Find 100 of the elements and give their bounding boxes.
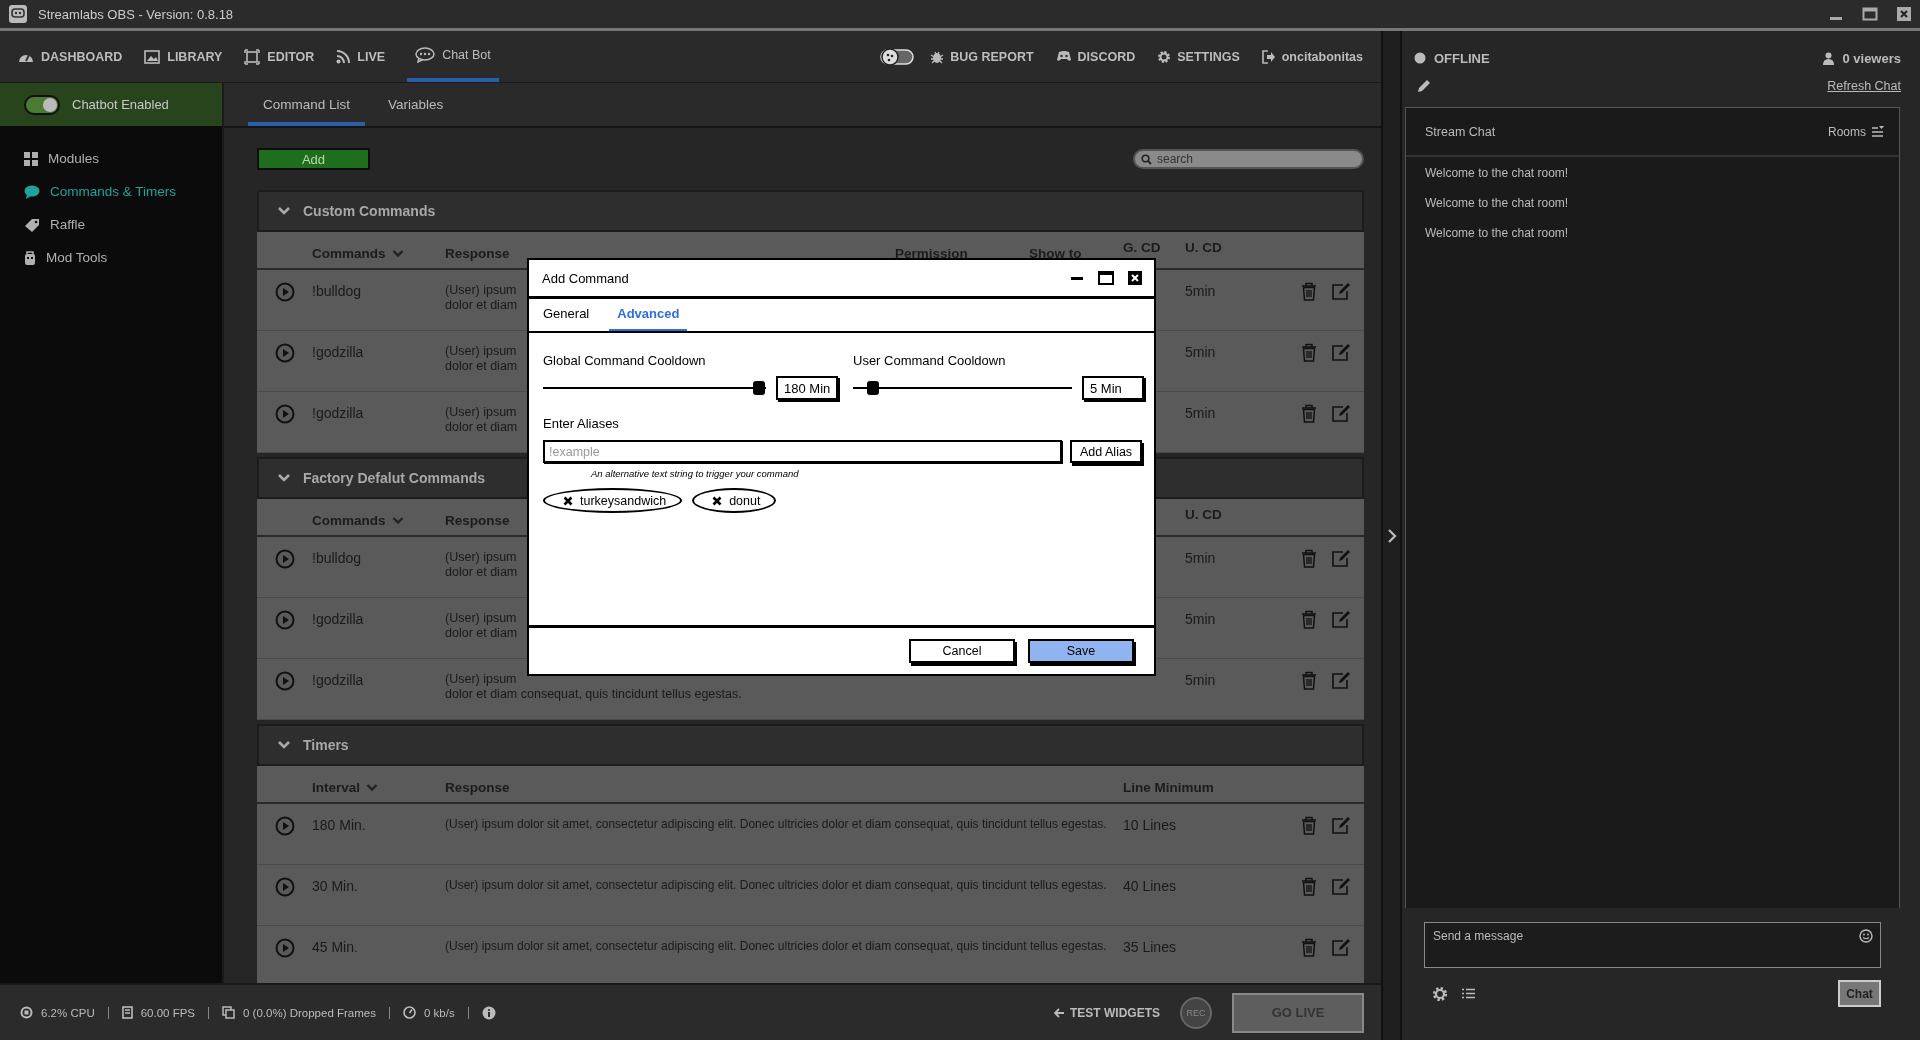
edit-icon[interactable] <box>1331 877 1352 896</box>
edit-icon[interactable] <box>1331 938 1352 957</box>
trash-icon[interactable] <box>1301 404 1317 423</box>
sidebar-item[interactable]: Modules <box>24 142 222 175</box>
section-header[interactable]: Timers <box>257 724 1364 766</box>
remove-icon[interactable] <box>563 495 573 506</box>
nav-tab[interactable]: DASHBOARD <box>18 31 123 82</box>
remove-icon[interactable] <box>712 495 723 506</box>
tab[interactable]: General <box>535 306 598 331</box>
gamepad-icon <box>1055 50 1072 63</box>
sort-chevron-icon[interactable] <box>391 248 404 258</box>
play-icon[interactable] <box>275 549 295 569</box>
play-icon[interactable] <box>275 938 295 958</box>
list-icon[interactable] <box>1462 988 1475 999</box>
sort-chevron-icon[interactable] <box>391 515 404 525</box>
response-text: (User) ipsum dolor sit amet, consectetur adipiscing elit. Donec ultricies dolor et diam consequat, quis tincidunt tellus egestas. <box>445 817 1108 832</box>
chevron-right-icon[interactable] <box>1386 528 1397 543</box>
trash-icon[interactable] <box>1301 343 1317 362</box>
value-field[interactable]: 5 Min <box>1082 376 1144 400</box>
sidebar-item[interactable]: Raffle <box>24 208 222 241</box>
nav-tab[interactable]: EDITOR <box>244 31 315 82</box>
tab[interactable]: Variables <box>373 97 459 126</box>
add-alias-button[interactable]: Add Alias <box>1070 440 1143 463</box>
sidebar-item[interactable]: Commands & Timers <box>24 175 222 208</box>
chat-button[interactable]: Chat <box>1838 980 1881 1007</box>
table-cell-text: 40 Lines <box>1123 877 1176 894</box>
close-icon[interactable] <box>1128 271 1142 285</box>
list-icon <box>1871 124 1885 139</box>
edit-icon[interactable] <box>1331 816 1352 835</box>
add-button[interactable]: Add <box>257 148 370 170</box>
alias-chip[interactable]: turkeysandwich <box>543 488 683 513</box>
sort-chevron-icon[interactable] <box>366 782 379 792</box>
info-icon[interactable] <box>481 1005 496 1020</box>
emoji-icon[interactable] <box>1859 929 1873 943</box>
edit-icon[interactable] <box>1331 404 1352 423</box>
alias-field[interactable]: !example <box>543 440 1062 463</box>
refresh-chat-link[interactable]: Refresh Chat <box>1827 79 1901 93</box>
settings-icon[interactable] <box>1432 985 1448 1002</box>
table-cell-text: 10 Lines <box>1123 816 1176 833</box>
command-name: !godzilla <box>312 671 364 688</box>
message-field[interactable]: Send a message <box>1424 922 1881 968</box>
play-icon[interactable] <box>275 343 295 363</box>
edit-icon[interactable] <box>1331 671 1352 690</box>
nav-link[interactable]: BUG REPORT <box>930 31 1034 82</box>
trash-icon[interactable] <box>1301 938 1317 957</box>
slider-thumb[interactable] <box>866 381 879 395</box>
trash-icon[interactable] <box>1301 877 1317 896</box>
field-label: Enter Aliases <box>543 416 620 431</box>
sidebar-item[interactable]: Mod Tools <box>24 241 222 274</box>
section-header[interactable]: Custom Commands <box>257 190 1364 232</box>
response-text: (User) ipsum <box>445 672 517 687</box>
alias-chip[interactable]: donut <box>692 488 777 513</box>
play-icon[interactable] <box>275 610 295 630</box>
arrow-left-icon <box>1054 1007 1065 1018</box>
play-icon[interactable] <box>275 816 295 836</box>
nav-tab[interactable]: LIBRARY <box>144 31 223 82</box>
close-icon[interactable] <box>1896 6 1912 22</box>
toggle-switch[interactable] <box>24 94 60 115</box>
dropped-frames: 0 (0.0%) Dropped Frames <box>243 1006 376 1019</box>
response-text: (User) ipsum <box>445 283 517 298</box>
play-icon[interactable] <box>275 877 295 897</box>
search-field[interactable]: search <box>1133 149 1364 169</box>
maximize-icon[interactable] <box>1862 6 1878 22</box>
trash-icon[interactable] <box>1301 816 1317 835</box>
speedometer-icon <box>403 1006 416 1019</box>
column-header: Response <box>445 779 510 795</box>
toggle-icon[interactable] <box>880 47 915 66</box>
save-button[interactable]: Save <box>1028 639 1134 663</box>
edit-icon[interactable] <box>1331 343 1352 362</box>
tab[interactable]: Command List <box>248 97 366 126</box>
trash-icon[interactable] <box>1301 549 1317 568</box>
edit-icon[interactable] <box>1331 282 1352 301</box>
tab[interactable]: Advanced <box>609 306 688 331</box>
trash-icon[interactable] <box>1301 610 1317 629</box>
edit-icon[interactable] <box>1331 610 1352 629</box>
rooms-button[interactable]: Rooms <box>1828 124 1885 139</box>
test-widgets-button[interactable]: TEST WIDGETS <box>1054 1005 1160 1020</box>
interval-text: 180 Min. <box>312 816 366 833</box>
trash-icon[interactable] <box>1301 282 1317 301</box>
play-icon[interactable] <box>275 282 295 302</box>
nav-link[interactable]: SETTINGS <box>1157 31 1240 82</box>
nav-link[interactable]: oncitabonitas <box>1261 31 1363 82</box>
app-icon <box>8 4 28 24</box>
pencil-icon[interactable] <box>1417 79 1431 93</box>
interval-text: 30 Min. <box>312 877 358 894</box>
play-icon[interactable] <box>275 671 295 691</box>
maximize-icon[interactable] <box>1098 271 1114 285</box>
play-icon[interactable] <box>275 404 295 424</box>
field-label: Global Command Cooldown <box>543 353 707 368</box>
nav-link[interactable]: DISCORD <box>1055 31 1136 82</box>
response-text: (User) ipsum dolor sit amet, consectetur adipiscing elit. Donec ultricies dolor et diam consequat, quis tincidunt tellus egestas. <box>445 878 1108 893</box>
trash-icon[interactable] <box>1301 671 1317 690</box>
edit-icon[interactable] <box>1331 549 1352 568</box>
slider-thumb[interactable] <box>753 381 766 395</box>
response-text: dolor et diam <box>445 565 518 580</box>
value-field[interactable]: 180 Min <box>776 376 838 400</box>
nav-tab[interactable]: LIVE <box>336 31 386 82</box>
table-cell-text: 5min <box>1185 282 1216 299</box>
robot-icon <box>24 250 36 265</box>
cancel-button[interactable]: Cancel <box>909 639 1015 663</box>
